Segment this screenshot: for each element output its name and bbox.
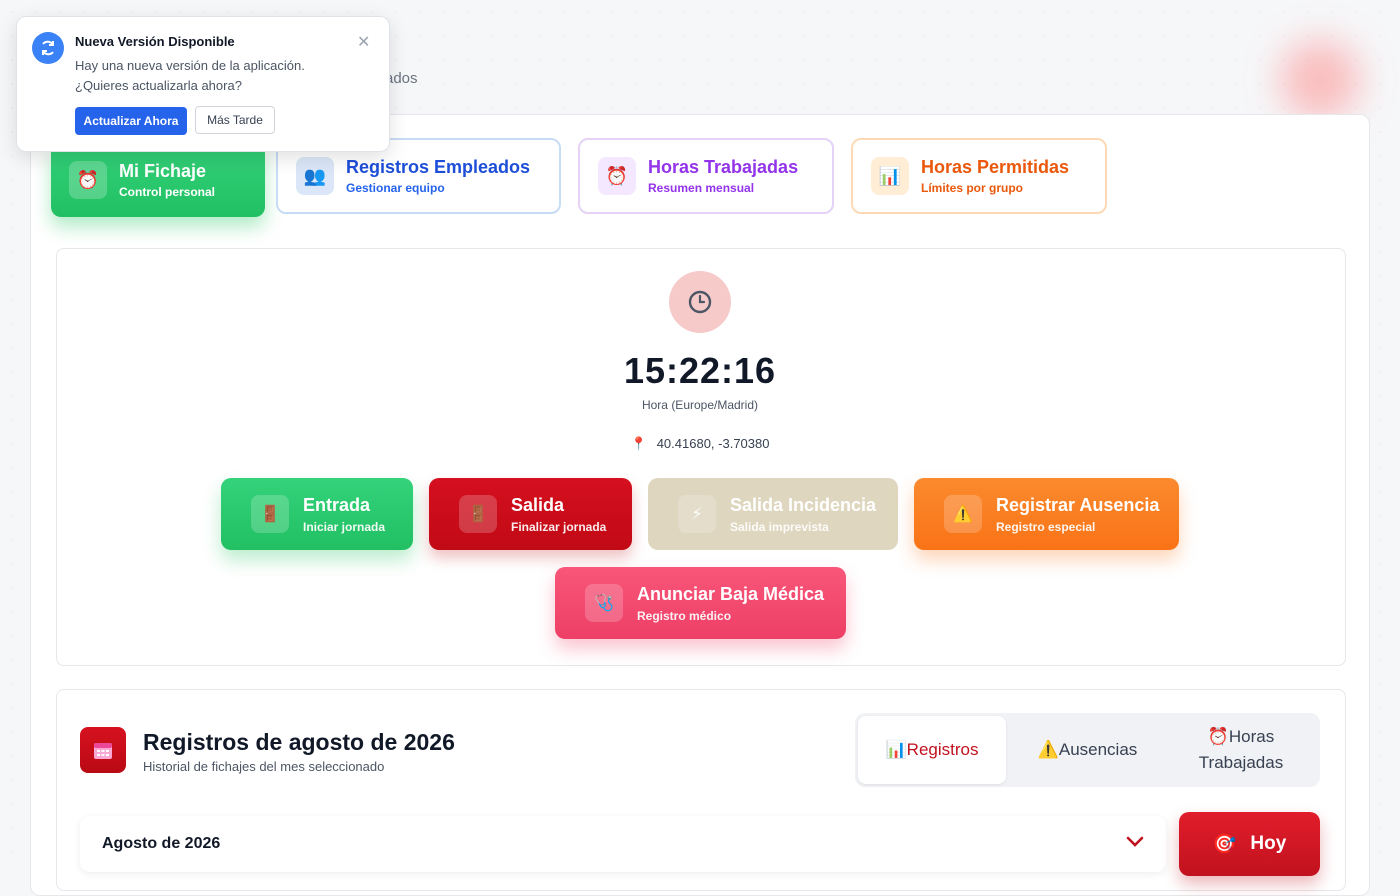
update-now-button[interactable]: Actualizar Ahora [75,107,187,135]
close-icon[interactable]: ✕ [357,32,370,52]
bar-chart-icon: 📊 [885,740,907,759]
registrar-ausencia-button[interactable]: ⚠️ Registrar Ausencia Registro especial [914,478,1179,550]
salida-incidencia-button[interactable]: ⚡ Salida Incidencia Salida imprevista [648,478,898,550]
tab-title: Registros Empleados [346,157,531,177]
button-subtitle: Registro especial [996,519,1096,534]
alarm-clock-icon: ⏰ [69,161,107,199]
hoy-button[interactable]: 🎯 Hoy [1179,812,1320,876]
bar-chart-icon: 📊 [871,157,909,195]
button-label: Hoy [1250,833,1287,854]
button-title: Entrada [303,494,371,515]
segment-label: Ausencias [1058,740,1138,759]
notification-message: Hay una nueva versión de la aplicación. … [75,58,305,93]
tab-subtitle: Control personal [119,185,216,199]
users-icon: 👥 [296,157,334,195]
coords-value: 40.41680, -3.70380 [656,436,770,451]
button-title: Registrar Ausencia [996,494,1160,515]
pin-icon: 📍 [630,436,647,451]
segment-ausencias[interactable]: ⚠️ Ausencias [1010,716,1165,784]
segment-label: Horas [1228,727,1275,746]
button-subtitle: Iniciar jornada [303,519,386,534]
clock-icon [669,271,731,333]
button-title: Anunciar Baja Médica [637,583,825,604]
tab-horas-permitidas[interactable]: 📊 Horas Permitidas Límites por grupo [851,138,1107,214]
alarm-clock-icon: ⏰ [1207,727,1229,746]
tab-subtitle: Resumen mensual [648,181,755,195]
anunciar-baja-medica-button[interactable]: 🩺 Anunciar Baja Médica Registro médico [555,567,846,639]
current-time: 15:22:16 [623,350,777,391]
chevron-down-icon [1126,835,1144,853]
section-subtitle: Historial de fichajes del mes selecciona… [143,759,385,774]
door-icon: 🚪 [251,495,289,533]
selected-month: Agosto de 2026 [102,835,221,852]
door-icon: 🚪 [459,495,497,533]
tab-mi-fichaje[interactable]: ⏰ Mi Fichaje Control personal [51,143,265,217]
later-button[interactable]: Más Tarde [195,106,275,134]
entrada-button[interactable]: 🚪 Entrada Iniciar jornada [221,478,413,550]
tab-horas-trabajadas[interactable]: ⏰ Horas Trabajadas Resumen mensual [578,138,834,214]
tab-title: Horas Trabajadas [648,157,799,177]
stethoscope-icon: 🩺 [585,584,623,622]
notification-title: Nueva Versión Disponible [75,34,235,49]
warning-icon: ⚠️ [1037,740,1059,759]
tab-subtitle: Límites por grupo [921,181,1023,195]
segment-label: Registros [906,740,979,759]
target-icon: 🎯 [1212,834,1237,855]
salida-button[interactable]: 🚪 Salida Finalizar jornada [429,478,632,550]
tab-subtitle: Gestionar equipo [346,181,445,195]
button-title: Salida [511,494,565,515]
button-subtitle: Registro médico [637,608,732,623]
segment-label: Trabajadas [1198,753,1284,772]
location-coords: 📍 40.41680, -3.70380 [0,436,1400,452]
timezone-label: Hora (Europe/Madrid) [641,398,759,412]
warning-icon: ⚠️ [944,495,982,533]
segment-horas-trabajadas[interactable]: ⏰Horas Trabajadas [1165,716,1317,784]
button-title: Salida Incidencia [730,494,877,515]
refresh-icon [32,32,64,64]
alarm-clock-icon: ⏰ [598,157,636,195]
segment-registros[interactable]: 📊 Registros [858,716,1006,784]
calendar-icon [80,727,126,773]
lightning-icon: ⚡ [678,495,716,533]
tab-title: Horas Permitidas [921,157,1070,177]
button-subtitle: Salida imprevista [730,519,829,534]
section-title: Registros de agosto de 2026 [143,729,455,755]
tab-title: Mi Fichaje [119,161,207,181]
month-select[interactable]: Agosto de 2026 [80,816,1166,872]
decorative-blob [1280,40,1360,120]
button-subtitle: Finalizar jornada [511,519,607,534]
